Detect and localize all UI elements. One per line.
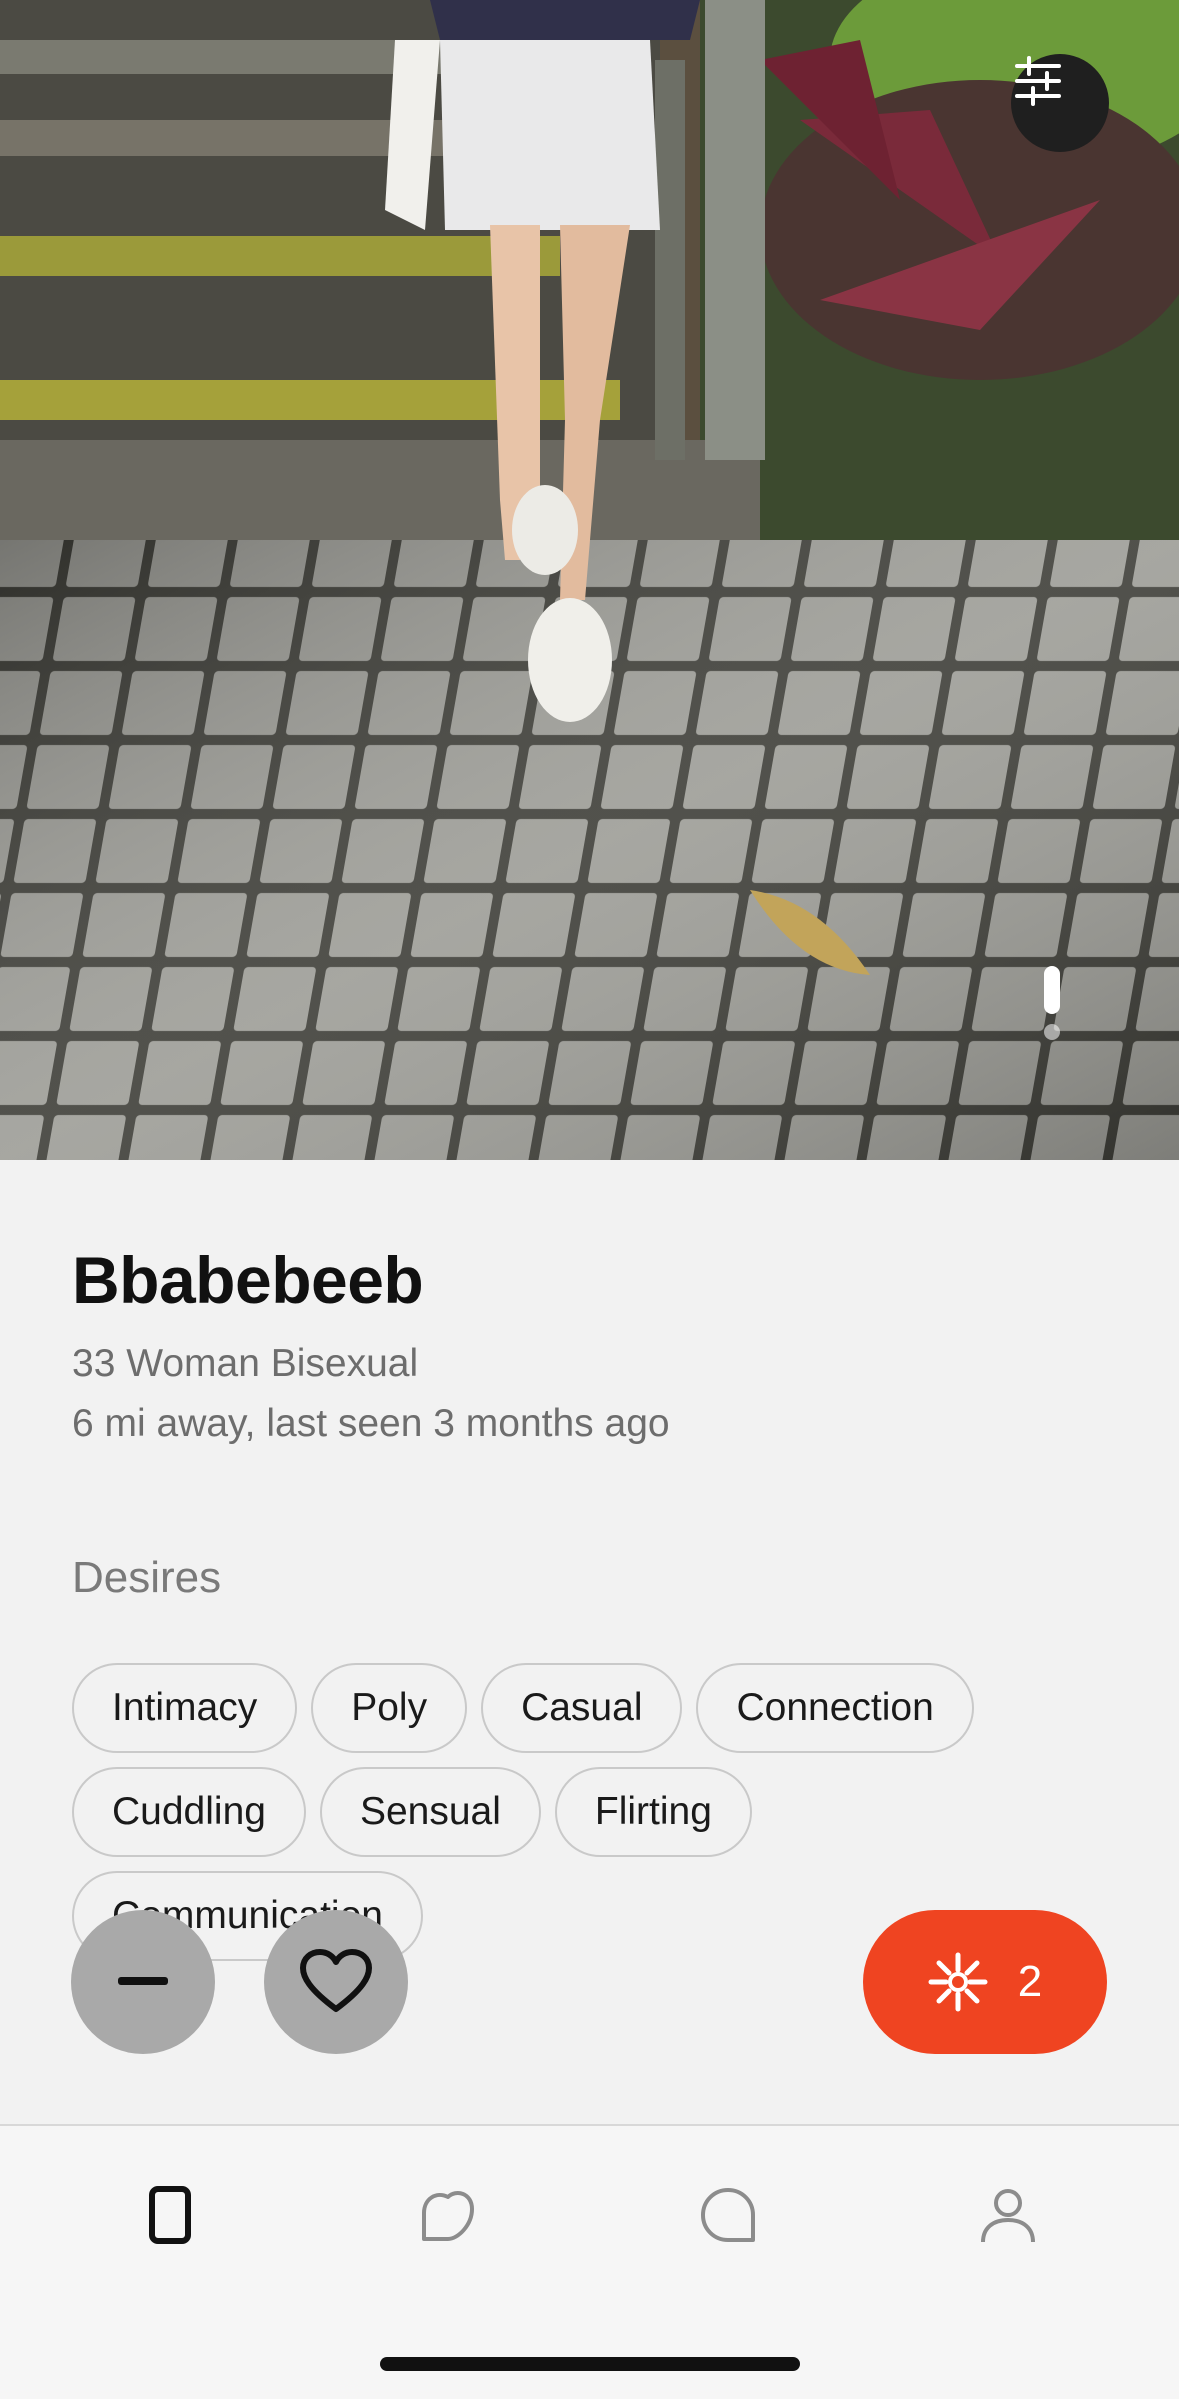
heart-icon: [300, 1949, 372, 2012]
profile-photo[interactable]: [0, 0, 1179, 1160]
desire-chip: Flirting: [554, 1767, 752, 1857]
tab-profile[interactable]: [978, 2184, 1038, 2246]
desire-chip: Casual: [481, 1663, 683, 1753]
like-button[interactable]: [264, 1910, 408, 2054]
chip-row: Intimacy Poly Casual Connection: [72, 1663, 1132, 1753]
photo-illustration: [0, 0, 1179, 1160]
chat-icon: [701, 2188, 755, 2242]
tab-chat[interactable]: [698, 2184, 758, 2246]
pager-dot[interactable]: [1044, 1024, 1060, 1040]
profile-details: 33 Woman Bisexual: [72, 1342, 419, 1385]
photo-pager: [1044, 966, 1060, 1040]
pass-button[interactable]: [71, 1910, 215, 2054]
chip-row: Cuddling Sensual Flirting: [72, 1767, 1132, 1857]
desire-chip: Connection: [696, 1663, 974, 1753]
sliders-icon: [1015, 56, 1061, 106]
minus-icon: [118, 1977, 168, 1985]
desires-title: Desires: [72, 1553, 222, 1602]
profile-status: 6 mi away, last seen 3 months ago: [72, 1402, 670, 1445]
spark-count: 2: [1017, 1957, 1043, 2006]
asterisk-icon: [928, 1952, 988, 2012]
profile-name: Bbabebeeb: [72, 1243, 424, 1317]
home-indicator: [380, 2357, 800, 2371]
desire-chip: Sensual: [319, 1767, 541, 1857]
profile-icon: [981, 2189, 1035, 2243]
likes-icon: [422, 2191, 474, 2241]
desire-chip: Poly: [311, 1663, 468, 1753]
cards-icon: [149, 2186, 191, 2244]
pager-dot-active: [1044, 966, 1060, 1014]
spark-button[interactable]: 2: [863, 1910, 1107, 2054]
tab-likes[interactable]: [418, 2184, 478, 2246]
desire-chip: Cuddling: [72, 1767, 306, 1857]
tab-cards[interactable]: [140, 2184, 200, 2246]
filter-button[interactable]: [1011, 54, 1109, 152]
profile-info: Bbabebeeb 33 Woman Bisexual 6 mi away, l…: [72, 1240, 1112, 1454]
desire-chip: Intimacy: [72, 1663, 298, 1753]
